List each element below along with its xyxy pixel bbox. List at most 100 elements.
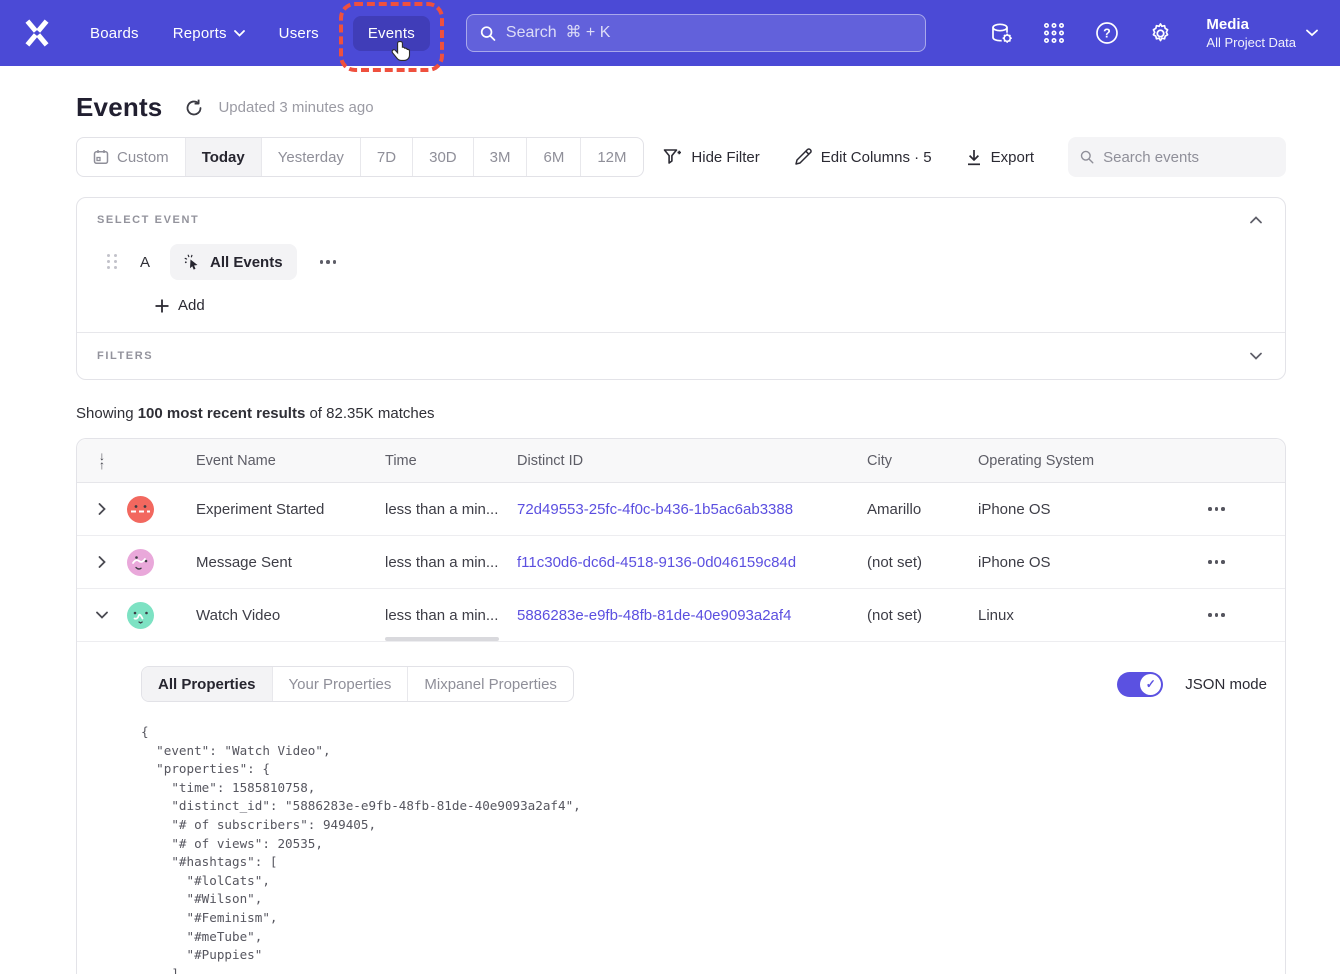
table-toolbar: Hide Filter Edit Columns · 5 Export	[663, 137, 1286, 177]
pencil-icon	[794, 148, 812, 166]
cell-event-name: Watch Video	[196, 607, 385, 624]
tab-your-properties[interactable]: Your Properties	[272, 667, 408, 701]
hide-filter-label: Hide Filter	[691, 149, 759, 166]
tab-mixpanel-properties[interactable]: Mixpanel Properties	[407, 667, 573, 701]
cell-distinct-id[interactable]: 72d49553-25fc-4f0c-b436-1b5ac6ab3388	[517, 501, 867, 518]
expand-row-button[interactable]	[98, 503, 106, 515]
calendar-icon	[93, 149, 109, 165]
event-selector-chip[interactable]: All Events	[170, 244, 297, 280]
search-icon	[1080, 149, 1094, 165]
expand-row-button[interactable]	[98, 556, 106, 568]
export-button[interactable]: Export	[966, 149, 1034, 166]
date-range-label: 7D	[377, 149, 396, 166]
date-range-label: Yesterday	[278, 149, 344, 166]
cell-city: Amarillo	[867, 501, 978, 518]
json-mode-label: JSON mode	[1185, 676, 1267, 693]
column-header-os[interactable]: Operating System	[978, 453, 1194, 469]
mixpanel-logo-icon[interactable]	[22, 18, 52, 48]
table-row[interactable]: Message Sent less than a min... f11c30d6…	[77, 536, 1285, 589]
collapse-section-button[interactable]	[1247, 211, 1265, 229]
apps-grid-icon[interactable]	[1041, 20, 1067, 46]
nav-item-label: Boards	[90, 25, 139, 42]
svg-text:?: ?	[1104, 27, 1112, 41]
chevron-right-icon	[98, 556, 106, 568]
chevron-up-icon	[1250, 216, 1262, 224]
date-range-today[interactable]: Today	[185, 138, 261, 176]
face-doodle-icon	[127, 549, 154, 576]
tab-all-properties[interactable]: All Properties	[142, 667, 272, 701]
cell-city: (not set)	[867, 607, 978, 624]
column-header-event-name[interactable]: Event Name	[196, 453, 385, 469]
settings-gear-icon[interactable]	[1147, 20, 1173, 46]
json-mode-toggle[interactable]: ✓	[1117, 672, 1163, 697]
horizontal-scrollbar-thumb[interactable]	[385, 637, 499, 641]
date-range-custom[interactable]: Custom	[77, 138, 185, 176]
collapse-row-button[interactable]	[96, 611, 108, 619]
chevron-down-icon	[96, 611, 108, 619]
date-range-label: 30D	[429, 149, 457, 166]
date-range-7d[interactable]: 7D	[360, 138, 412, 176]
nav-item-events[interactable]: Events	[353, 16, 430, 51]
page-content: Events Updated 3 minutes ago Custom Toda…	[76, 92, 1286, 974]
date-range-6m[interactable]: 6M	[526, 138, 580, 176]
query-builder-card: SELECT EVENT A	[76, 197, 1286, 380]
column-header-city[interactable]: City	[867, 453, 978, 469]
row-menu-button[interactable]	[1202, 554, 1231, 570]
cell-distinct-id[interactable]: f11c30d6-dc6d-4518-9136-0d046159c84d	[517, 554, 867, 571]
date-range-30d[interactable]: 30D	[412, 138, 473, 176]
data-management-icon[interactable]	[988, 20, 1014, 46]
event-chip-label: All Events	[210, 254, 283, 271]
add-event-button[interactable]: Add	[155, 297, 205, 314]
drag-handle[interactable]	[107, 254, 118, 270]
chevron-down-icon	[1306, 29, 1318, 37]
help-icon[interactable]: ?	[1094, 20, 1120, 46]
nav-item-label: Events	[368, 25, 415, 42]
search-events-box[interactable]	[1068, 137, 1286, 177]
date-range-picker: Custom Today Yesterday 7D 30D 3M 6M 12M	[76, 137, 644, 177]
event-row-letter: A	[140, 254, 150, 271]
face-doodle-icon	[127, 496, 154, 523]
nav-utilities: ? Media All Project Data	[988, 15, 1318, 51]
project-name: Media	[1206, 15, 1296, 34]
nav-item-label: Reports	[173, 25, 227, 42]
event-row-menu-button[interactable]	[314, 254, 343, 270]
column-header-time[interactable]: Time	[385, 453, 517, 469]
row-menu-button[interactable]	[1202, 501, 1231, 517]
event-detail-panel: All Properties Your Properties Mixpanel …	[77, 642, 1285, 974]
table-row[interactable]: Experiment Started less than a min... 72…	[77, 483, 1285, 536]
face-doodle-icon	[127, 602, 154, 629]
filters-section[interactable]: FILTERS	[77, 332, 1285, 379]
results-summary: Showing 100 most recent results of 82.35…	[76, 405, 1286, 422]
search-events-input[interactable]	[1103, 149, 1274, 166]
nav-item-label: Users	[279, 25, 319, 42]
date-range-3m[interactable]: 3M	[473, 138, 527, 176]
date-range-12m[interactable]: 12M	[580, 138, 642, 176]
hide-filter-button[interactable]: Hide Filter	[663, 148, 759, 166]
cell-distinct-id[interactable]: 5886283e-e9fb-48fb-81de-40e9093a2af4	[517, 607, 867, 624]
summary-prefix: Showing	[76, 405, 138, 422]
global-search[interactable]	[466, 14, 926, 52]
nav-item-reports[interactable]: Reports	[173, 25, 245, 42]
summary-suffix: of 82.35K matches	[305, 405, 434, 422]
date-range-yesterday[interactable]: Yesterday	[261, 138, 360, 176]
column-header-distinct-id[interactable]: Distinct ID	[517, 453, 867, 469]
edit-columns-button[interactable]: Edit Columns · 5	[794, 148, 932, 166]
summary-count: 100 most recent results	[138, 405, 306, 422]
select-event-section: SELECT EVENT A	[77, 198, 1285, 332]
global-search-input[interactable]	[506, 24, 912, 42]
event-avatar	[127, 549, 154, 576]
hand-cursor-icon	[391, 40, 413, 66]
date-range-label: Custom	[117, 149, 169, 166]
add-label: Add	[178, 297, 205, 314]
project-switcher[interactable]: Media All Project Data	[1206, 15, 1318, 51]
magic-cursor-icon	[184, 254, 201, 271]
toggle-check-icon: ✓	[1140, 674, 1161, 695]
row-menu-button[interactable]	[1202, 607, 1231, 623]
table-row-expanded[interactable]: Watch Video less than a min... 5886283e-…	[77, 589, 1285, 642]
refresh-icon[interactable]	[184, 98, 204, 118]
expand-filters-button[interactable]	[1247, 347, 1265, 365]
sort-icon[interactable]: ↓↑	[99, 452, 105, 470]
nav-item-users[interactable]: Users	[279, 25, 319, 42]
nav-item-boards[interactable]: Boards	[90, 25, 139, 42]
plus-icon	[155, 299, 169, 313]
